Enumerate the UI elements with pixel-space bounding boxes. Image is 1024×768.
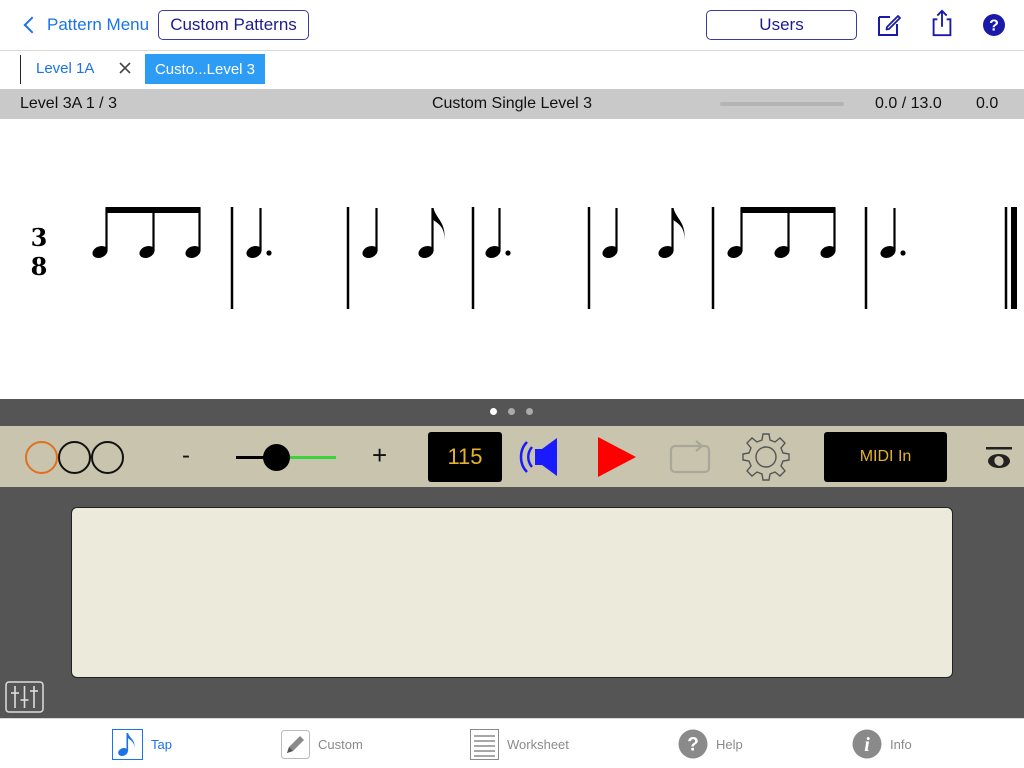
svg-text:?: ?	[687, 735, 699, 756]
tab-custom[interactable]: Custom	[281, 719, 363, 768]
page-dot-3[interactable]	[526, 408, 533, 415]
eighth-note	[416, 208, 445, 261]
count-in-circle-3[interactable]	[91, 441, 124, 474]
whole-note-icon[interactable]	[984, 442, 1014, 472]
dotted-quarter-note	[483, 208, 511, 261]
dotted-quarter-note	[878, 208, 906, 261]
tab-tap[interactable]: Tap	[112, 719, 172, 768]
volume-down-button[interactable]: -	[182, 442, 190, 470]
help-icon[interactable]: ?	[980, 11, 1008, 39]
play-icon[interactable]	[595, 436, 637, 478]
chevron-left-icon	[23, 16, 41, 34]
tab-custom-label: Custom	[318, 736, 363, 752]
beamed-eighth-group	[90, 207, 203, 261]
custom-patterns-button[interactable]: Custom Patterns	[158, 10, 309, 40]
status-bar: Level 3A 1 / 3 Custom Single Level 3 0.0…	[0, 89, 1024, 119]
eighth-note	[656, 208, 685, 261]
tab-custom-level-3[interactable]: Custo...Level 3	[145, 54, 265, 84]
playback-progress	[720, 102, 844, 106]
rhythm-notation: 3 8	[0, 119, 1024, 399]
rhythm-score: 3 8	[31, 207, 1017, 309]
navigation-bar: Pattern Menu Custom Patterns Users ?	[0, 0, 1024, 51]
score-value: 0.0	[976, 95, 999, 112]
exercise-title: Custom Single Level 3	[431, 95, 593, 112]
exercise-position: Level 3A 1 / 3	[20, 95, 117, 112]
final-barline-thick	[1011, 207, 1017, 309]
tab-info-label: Info	[890, 736, 912, 752]
quarter-note	[600, 208, 620, 261]
tab-tap-label: Tap	[151, 736, 172, 752]
quarter-note	[360, 208, 380, 261]
users-button[interactable]: Users	[706, 10, 857, 40]
tab-worksheet[interactable]: Worksheet	[470, 719, 569, 768]
tempo-display[interactable]: 115	[428, 432, 502, 482]
volume-up-button[interactable]: +	[372, 440, 387, 471]
gear-icon[interactable]	[740, 431, 792, 483]
midi-in-button[interactable]: MIDI In	[824, 432, 947, 482]
elapsed-time: 0.0 / 13.0	[875, 95, 942, 112]
back-button-label: Pattern Menu	[47, 15, 150, 34]
back-button[interactable]: Pattern Menu	[22, 13, 149, 37]
speaker-icon[interactable]	[515, 434, 563, 480]
close-icon[interactable]	[117, 60, 133, 76]
svg-text:?: ?	[989, 18, 999, 35]
info-icon: i	[852, 729, 882, 759]
time-signature-top: 3	[31, 223, 48, 252]
beamed-eighth-group	[725, 207, 838, 261]
slider-knob[interactable]	[262, 444, 290, 471]
tab-help[interactable]: ? Help	[678, 719, 743, 768]
pencil-icon	[281, 729, 310, 759]
tab-info[interactable]: i Info	[852, 719, 912, 768]
count-in-circle-2[interactable]	[58, 441, 91, 474]
tab-level-1a[interactable]: Level 1A	[36, 60, 94, 77]
share-icon[interactable]	[928, 9, 956, 37]
page-dot-1[interactable]	[490, 408, 497, 415]
tab-help-label: Help	[716, 736, 743, 752]
page-indicator	[0, 399, 1024, 426]
tab-bar: Tap Custom Worksheet ? Help i Info	[0, 718, 1024, 768]
worksheet-icon	[470, 728, 499, 760]
tab-worksheet-label: Worksheet	[507, 736, 569, 752]
volume-slider[interactable]	[236, 443, 336, 471]
dotted-quarter-note	[244, 208, 272, 261]
barlines	[230, 207, 868, 309]
help-icon: ?	[678, 729, 708, 759]
compose-icon[interactable]	[875, 11, 903, 39]
page-dot-2[interactable]	[508, 408, 515, 415]
tap-pad[interactable]	[71, 507, 953, 678]
playback-controls: - + 115 MIDI In	[0, 426, 1024, 487]
count-in-circle-1[interactable]	[25, 441, 58, 474]
svg-text:i: i	[864, 734, 870, 756]
mixer-icon[interactable]	[5, 681, 44, 713]
time-signature-bottom: 8	[31, 252, 48, 281]
eighth-note-icon	[112, 728, 143, 760]
loop-icon[interactable]	[668, 438, 712, 476]
tab-divider	[20, 55, 21, 84]
